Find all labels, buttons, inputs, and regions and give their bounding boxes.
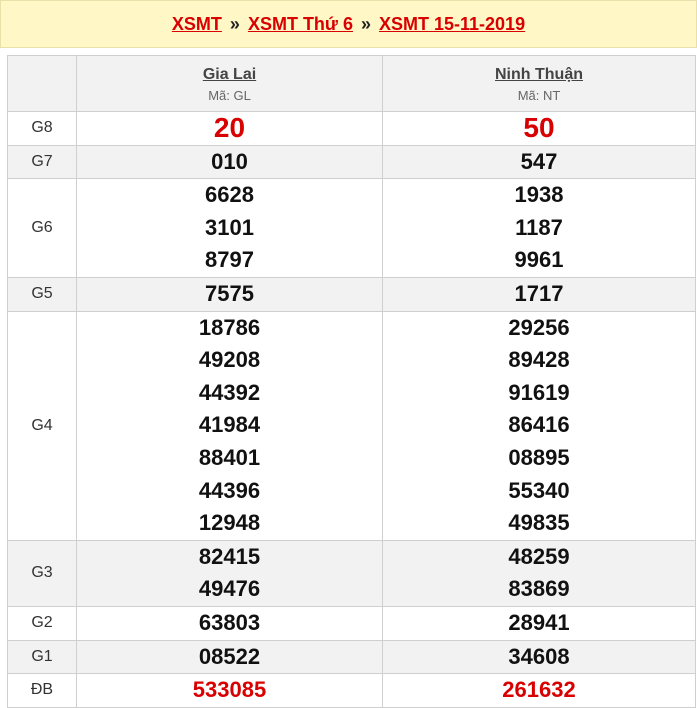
breadcrumb-link-xsmt[interactable]: XSMT	[172, 14, 222, 35]
prize-label: ĐB	[7, 673, 77, 708]
table-row: ĐB 533085 261632	[7, 673, 696, 708]
prize-label: G6	[7, 178, 77, 278]
prize-cell: 547	[382, 144, 696, 180]
prize-number: 08522	[198, 643, 261, 669]
prize-number: 49476	[198, 576, 261, 602]
prize-number: 63803	[198, 609, 261, 635]
prize-number: 261632	[502, 677, 576, 703]
table-row: G3 82415 49476 48259 83869	[7, 539, 696, 607]
prize-label: G4	[7, 310, 77, 541]
prize-cell: 29256 89428 91619 86416 08895 55340 49835	[382, 310, 696, 541]
table-row: G4 18786 49208 44392 41984 88401 44396 12948 292…	[7, 310, 696, 541]
table-row: G7 010 547	[7, 144, 696, 180]
province-code: Mã: NT	[517, 88, 561, 103]
prize-cell: 20	[76, 111, 383, 146]
prize-cell: 533085	[76, 673, 383, 708]
prize-cell: 18786 49208 44392 41984 88401 44396 12948	[76, 310, 383, 541]
prize-cell: 1717	[382, 276, 696, 312]
prize-cell: 1938 1187 9961	[382, 178, 696, 278]
province-code: Mã: GL	[208, 88, 251, 103]
prize-number: 50	[523, 112, 555, 143]
prize-cell: 08522	[76, 639, 383, 675]
prize-cell: 6628 3101 8797	[76, 178, 383, 278]
table-row: G2 63803 28941	[7, 605, 696, 641]
prize-cell: 82415 49476	[76, 539, 383, 607]
prize-number: 34608	[508, 643, 570, 669]
prize-cell: 7575	[76, 276, 383, 312]
prize-number: 48259	[508, 543, 570, 569]
prize-label: G2	[7, 605, 77, 641]
prize-number: 3101	[205, 214, 254, 240]
prize-number: 28941	[508, 609, 570, 635]
province-header-gia-lai: Gia Lai Mã: GL	[76, 55, 383, 112]
prize-number: 49835	[508, 510, 570, 536]
prize-number: 010	[211, 148, 248, 174]
prize-cell: 50	[382, 111, 696, 146]
prize-label: G7	[7, 144, 77, 180]
prize-number: 82415	[198, 543, 261, 569]
breadcrumb-link-xsmt-thu6[interactable]: XSMT Thứ 6	[248, 14, 353, 35]
prize-number: 1187	[515, 214, 563, 240]
province-name-link[interactable]: Gia Lai	[77, 66, 382, 84]
prize-label: G1	[7, 639, 77, 675]
table-row: G5 7575 1717	[7, 276, 696, 312]
prize-cell: 28941	[382, 605, 696, 641]
prize-number: 44392	[198, 379, 261, 405]
province-name-link[interactable]: Ninh Thuận	[383, 66, 695, 84]
header-corner-cell	[7, 55, 77, 112]
prize-number: 49208	[198, 347, 261, 373]
prize-number: 7575	[205, 280, 254, 306]
results-table: Gia Lai Mã: GL Ninh Thuận Mã: NT G8 20 50 G…	[7, 55, 696, 708]
prize-cell: 261632	[382, 673, 696, 708]
table-row: G1 08522 34608	[7, 639, 696, 675]
province-header-ninh-thuan: Ninh Thuận Mã: NT	[382, 55, 696, 112]
prize-cell: 34608	[382, 639, 696, 675]
prize-number: 9961	[514, 247, 564, 273]
prize-number: 91619	[508, 379, 570, 405]
prize-number: 55340	[508, 477, 570, 503]
table-row: G6 6628 3101 8797 1938 1187 9961	[7, 178, 696, 278]
prize-label: G3	[7, 539, 77, 607]
prize-number: 1938	[514, 182, 564, 208]
breadcrumb-separator: »	[229, 13, 240, 34]
prize-number: 20	[213, 112, 246, 143]
prize-label: G5	[7, 276, 77, 312]
prize-number: 18786	[198, 314, 261, 340]
prize-number: 83869	[508, 576, 570, 602]
prize-number: 547	[520, 148, 558, 174]
prize-number: 08895	[508, 444, 570, 470]
prize-cell: 63803	[76, 605, 383, 641]
breadcrumb: XSMT » XSMT Thứ 6 » XSMT 15-11-2019	[0, 0, 697, 48]
prize-label: G8	[7, 111, 77, 146]
prize-number: 88401	[198, 444, 261, 470]
breadcrumb-link-xsmt-date[interactable]: XSMT 15-11-2019	[379, 14, 525, 35]
prize-cell: 010	[76, 144, 383, 180]
table-header-row: Gia Lai Mã: GL Ninh Thuận Mã: NT	[7, 55, 696, 112]
prize-number: 41984	[198, 412, 261, 438]
prize-number: 86416	[508, 412, 570, 438]
prize-number: 6628	[205, 182, 254, 208]
prize-number: 44396	[198, 477, 261, 503]
prize-number: 29256	[508, 314, 570, 340]
prize-number: 1717	[514, 280, 564, 306]
prize-number: 8797	[205, 247, 254, 273]
prize-number: 12948	[198, 510, 261, 536]
breadcrumb-separator: »	[360, 13, 371, 34]
prize-number: 89428	[508, 347, 570, 373]
prize-number: 533085	[192, 677, 267, 703]
prize-cell: 48259 83869	[382, 539, 696, 607]
table-row: G8 20 50	[7, 111, 696, 146]
